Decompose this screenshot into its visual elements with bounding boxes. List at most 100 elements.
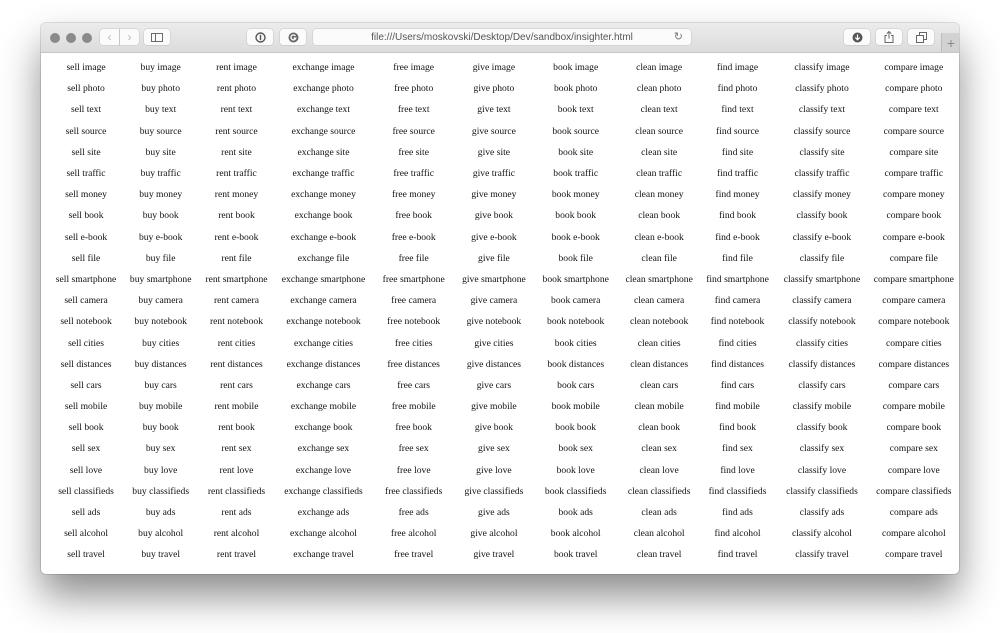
phrase-noun: sex (162, 443, 176, 455)
phrase-noun: file (415, 252, 429, 264)
phrase-verb: clean (633, 295, 655, 307)
phrase-noun: e-book (733, 231, 760, 243)
phrase-verb: buy (138, 231, 154, 243)
phrase-verb: find (706, 273, 722, 285)
phrase-noun: book (576, 210, 597, 222)
zoom-window-button[interactable] (82, 33, 92, 43)
phrase-noun: distances (820, 358, 856, 370)
minimize-window-button[interactable] (66, 33, 76, 43)
phrase-cell: compare photo (869, 78, 959, 99)
phrase-noun: mobile (733, 401, 760, 413)
phrase-noun: cars (86, 379, 102, 391)
phrase-verb: clean (641, 507, 662, 519)
phrase-verb: book (552, 125, 572, 137)
share-button[interactable] (876, 29, 902, 45)
phrase-verb: compare (884, 168, 918, 180)
phrase-verb: sell (70, 379, 84, 391)
phrase-noun: cities (921, 337, 942, 349)
phrase-cell: exchange book (275, 417, 373, 438)
extension-grammarly-button[interactable] (280, 29, 306, 45)
phrase-verb: rent (213, 528, 229, 540)
phrase-cell: find notebook (700, 311, 776, 332)
phrase-cell: sell photo (49, 78, 123, 99)
phrase-noun: alcohol (328, 528, 357, 540)
phrase-cell: compare file (869, 248, 959, 269)
phrase-noun: book (159, 422, 179, 434)
phrase-verb: clean (633, 528, 654, 540)
phrase-verb: give (473, 549, 491, 561)
phrase-verb: clean (636, 168, 657, 180)
phrase-verb: book (550, 528, 570, 540)
back-button[interactable]: ‹ (100, 29, 119, 45)
phrase-cell: clean ads (619, 502, 700, 523)
phrase-verb: rent (218, 422, 234, 434)
phrase-verb: free (394, 337, 410, 349)
phrase-noun: book (828, 210, 848, 222)
grid-row: sell smartphone buy smartphone rent smartp… (49, 269, 959, 290)
phrase-noun: smartphone (815, 273, 861, 285)
phrase-cell: sell smartphone (49, 269, 123, 290)
sidebar-toggle-button[interactable] (144, 29, 170, 45)
phrase-cell: rent mobile (198, 396, 274, 417)
phrase-verb: find (721, 146, 738, 158)
phrase-cell: exchange distances (275, 354, 373, 375)
phrase-verb: classify (798, 379, 828, 391)
phrase-noun: site (663, 146, 678, 158)
phrase-verb: give (470, 295, 488, 307)
phrase-verb: give (471, 189, 488, 201)
phrase-noun: mobile (80, 401, 108, 413)
phrase-cell: exchange traffic (275, 163, 373, 184)
phrase-verb: classify (799, 507, 830, 519)
grid-row: sell book buy book rent book exchange book f… (49, 205, 959, 226)
phrase-noun: cities (493, 337, 514, 349)
password-icon (254, 31, 266, 43)
phrase-cell: rent camera (198, 290, 274, 311)
phrase-cell: find travel (700, 544, 776, 565)
phrase-cell: rent cities (198, 332, 274, 353)
tab-overview-button[interactable] (908, 29, 934, 45)
phrase-noun: classifieds (726, 485, 767, 497)
phrase-noun: camera (489, 295, 518, 307)
phrase-verb: buy (140, 168, 156, 180)
new-tab-button[interactable]: + (941, 33, 959, 52)
phrase-cell: free distances (372, 354, 455, 375)
phrase-noun: money (657, 189, 684, 201)
extension-1password-button[interactable] (247, 29, 273, 45)
grid-row: sell traffic buy traffic rent traffic excha… (49, 163, 959, 184)
phrase-noun: book (493, 422, 513, 434)
phrase-noun: cities (660, 337, 681, 349)
phrase-verb: book (544, 485, 565, 497)
phrase-cell: classify money (775, 184, 868, 205)
phrase-noun: alcohol (823, 528, 852, 540)
phrase-noun: distances (227, 358, 263, 370)
phrase-noun: camera (80, 295, 108, 307)
phrase-noun: distances (151, 358, 187, 370)
phrase-noun: mobile (329, 401, 357, 413)
close-window-button[interactable] (50, 33, 60, 43)
phrase-verb: buy (134, 358, 150, 370)
phrase-noun: site (579, 146, 594, 158)
phrase-cell: book sex (533, 438, 619, 459)
window-controls (50, 33, 92, 43)
downloads-button[interactable] (844, 29, 870, 45)
phrase-noun: text (86, 104, 102, 116)
phrase-noun: camera (823, 295, 852, 307)
phrase-noun: cities (827, 337, 848, 349)
phrase-noun: smartphone (564, 273, 609, 285)
forward-button[interactable]: › (120, 29, 139, 45)
phrase-cell: book mobile (533, 396, 619, 417)
phrase-cell: compare traffic (869, 163, 959, 184)
phrase-verb: rent (215, 125, 231, 137)
phrase-noun: camera (656, 295, 685, 307)
phrase-cell: compare source (869, 121, 959, 142)
phrase-verb: free (391, 401, 407, 413)
phrase-verb: free (394, 83, 409, 95)
reload-icon[interactable]: ↻ (674, 30, 683, 43)
phrase-noun: travel (492, 549, 515, 561)
grid-row: sell mobile buy mobile rent mobile exchange… (49, 396, 959, 417)
address-bar[interactable]: file:///Users/moskovski/Desktop/Dev/sand… (313, 29, 691, 45)
phrase-noun: travel (234, 549, 257, 561)
phrase-verb: book (554, 337, 574, 349)
phrase-cell: book image (533, 57, 619, 78)
phrase-cell: classify text (775, 99, 868, 120)
